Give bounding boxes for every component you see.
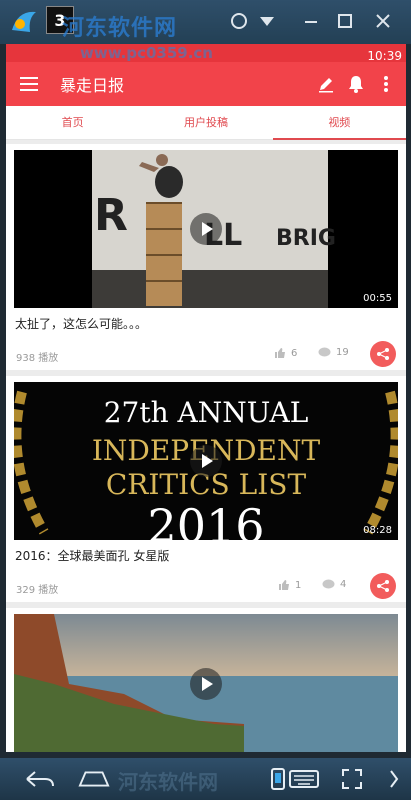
video-feed[interactable]: R LL BRIG 00:55 太扯了，这怎么可能。。。 938 播放 6 19…	[6, 140, 406, 752]
tab-user-submissions[interactable]: 用户投稿	[139, 106, 272, 139]
svg-text:R: R	[94, 190, 128, 241]
notification-bell-icon[interactable]	[346, 74, 366, 94]
like-count: 1	[295, 579, 302, 591]
like-button[interactable]: 1	[278, 579, 301, 591]
emulator-logo-icon	[12, 11, 36, 32]
edit-icon[interactable]	[316, 74, 336, 94]
like-button[interactable]: 6	[274, 347, 297, 359]
thumb-line4: 2016	[147, 499, 264, 540]
comment-button[interactable]: 4	[322, 579, 346, 590]
emulator-maximize-icon[interactable]	[334, 10, 356, 32]
video-thumbnail[interactable]	[14, 614, 398, 752]
tab-video[interactable]: 视频	[272, 106, 407, 140]
thumbs-up-icon	[279, 580, 289, 590]
app-title: 暴走日报	[60, 76, 125, 95]
play-button[interactable]	[190, 668, 222, 700]
overflow-menu-icon[interactable]	[376, 74, 396, 94]
video-card[interactable]	[6, 608, 406, 752]
tab-bar: 首页 用户投稿 视频	[6, 106, 407, 140]
video-card[interactable]: 27th ANNUAL INDEPENDENT CRITICS LIST 201…	[6, 376, 406, 602]
video-thumbnail[interactable]: 27th ANNUAL INDEPENDENT CRITICS LIST 201…	[14, 382, 398, 540]
share-button[interactable]	[370, 341, 396, 367]
video-caption[interactable]: 太扯了，这怎么可能。。。	[15, 315, 147, 332]
emulator-dropdown-icon[interactable]	[256, 10, 278, 32]
video-card[interactable]: R LL BRIG 00:55 太扯了，这怎么可能。。。 938 播放 6 19	[6, 144, 406, 370]
emulator-minimize-icon[interactable]	[300, 10, 322, 32]
keyboard-icon[interactable]	[288, 766, 320, 792]
back-icon[interactable]	[24, 766, 56, 792]
play-button[interactable]	[190, 445, 222, 477]
status-time: 10:39	[367, 49, 402, 63]
comment-count: 4	[340, 579, 347, 590]
home-icon[interactable]	[78, 766, 110, 792]
comment-button[interactable]: 19	[318, 347, 349, 358]
video-duration: 08:28	[363, 525, 392, 536]
emulator-record-icon[interactable]	[228, 10, 250, 32]
share-icon	[377, 348, 389, 360]
emulator-close-icon[interactable]	[372, 10, 394, 32]
comment-icon	[318, 347, 331, 357]
share-icon	[377, 580, 389, 592]
chevron-right-icon[interactable]	[378, 766, 410, 792]
video-thumbnail[interactable]: R LL BRIG 00:55	[14, 150, 398, 308]
watermark-brand-bottom: 河东软件网	[118, 770, 218, 794]
watermark-brand: 河东软件网	[62, 16, 178, 41]
play-button[interactable]	[190, 213, 222, 245]
fullscreen-icon[interactable]	[336, 766, 368, 792]
svg-text:BRIG: BRIG	[276, 226, 336, 251]
comment-icon	[322, 579, 335, 589]
hamburger-menu-icon[interactable]	[20, 77, 38, 91]
tab-home[interactable]: 首页	[6, 106, 139, 139]
video-duration: 00:55	[363, 293, 392, 304]
thumbs-up-icon	[275, 348, 285, 358]
share-button[interactable]	[370, 573, 396, 599]
play-count: 329 播放	[16, 585, 59, 596]
like-count: 6	[291, 347, 298, 359]
app-bar: 暴走日报	[6, 62, 406, 106]
video-caption[interactable]: 2016：全球最美面孔 女星版	[15, 547, 169, 564]
comment-count: 19	[336, 347, 349, 358]
play-count: 938 播放	[16, 353, 59, 364]
watermark-url: www.pc0359.cn	[80, 44, 213, 62]
thumb-line1: 27th ANNUAL	[104, 396, 309, 429]
